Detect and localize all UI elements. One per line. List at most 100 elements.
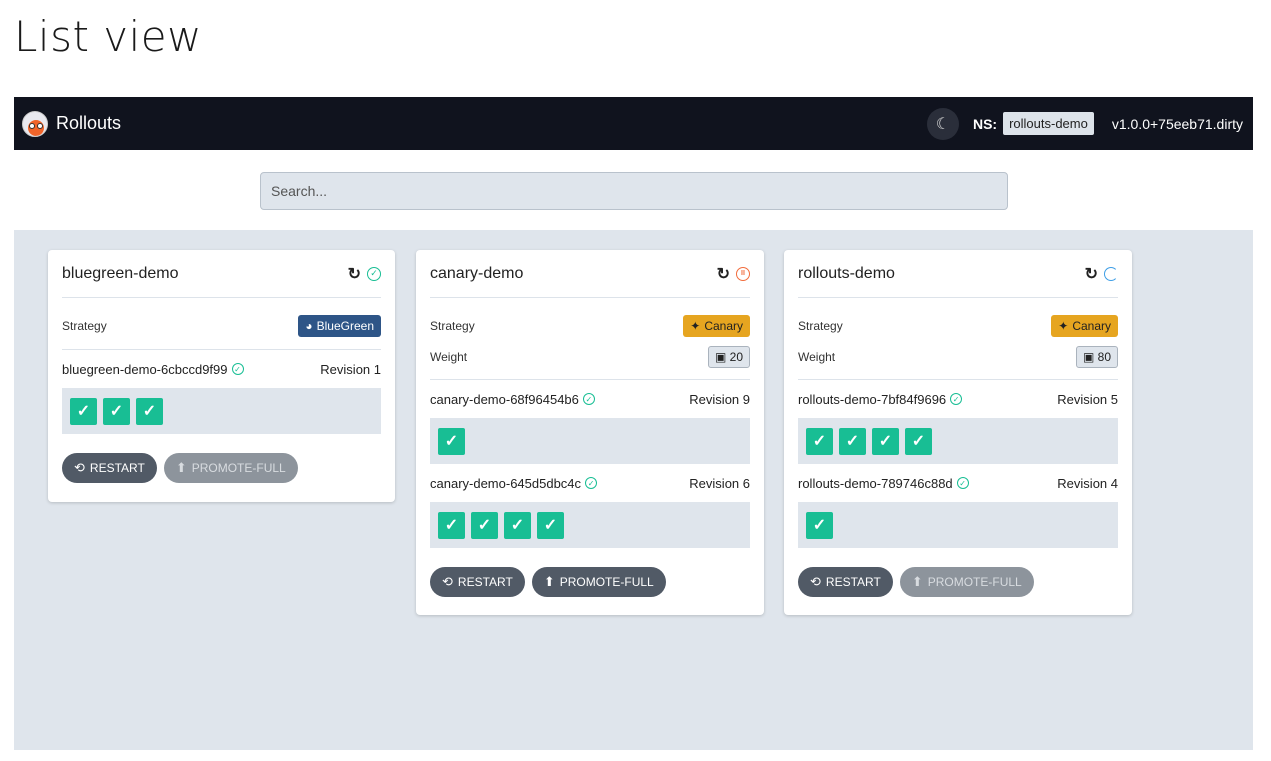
- refresh-icon[interactable]: ↻: [1085, 264, 1098, 284]
- app-name: Rollouts: [56, 113, 122, 133]
- healthy-status-icon: ✓: [585, 477, 598, 489]
- theme-toggle-button[interactable]: ☾: [926, 107, 959, 140]
- pod-healthy-icon[interactable]: ✓: [103, 397, 130, 425]
- strategy-badge: ✦ Canary: [1051, 314, 1118, 337]
- healthy-status-icon: ✓: [231, 363, 244, 375]
- replicaset-row: canary-demo-68f96454b6 ✓ Revision 9: [430, 380, 750, 418]
- navbar: Rollouts ☾ NS: rollouts-demo v1.0.0+75ee…: [14, 97, 1253, 150]
- replicaset-name: bluegreen-demo-6cbccd9f99: [62, 361, 228, 377]
- card-header: bluegreen-demo ↻ ✓: [62, 250, 381, 298]
- restart-label: RESTART: [825, 575, 881, 589]
- revision-label: Revision 1: [320, 361, 381, 377]
- rollout-name: rollouts-demo: [798, 264, 895, 282]
- strategy-label: Strategy: [798, 318, 843, 333]
- promote-label: PROMOTE-FULL: [559, 575, 654, 589]
- promote-label: PROMOTE-FULL: [927, 575, 1022, 589]
- revision-label: Revision 6: [689, 475, 750, 491]
- strategy-value: Canary: [704, 318, 743, 333]
- replicaset-row: bluegreen-demo-6cbccd9f99 ✓ Revision 1: [62, 350, 381, 388]
- card-header: canary-demo ↻ II: [430, 250, 750, 298]
- weight-icon: ▣: [714, 349, 727, 364]
- revision-label: Revision 5: [1057, 391, 1118, 407]
- pod-healthy-icon[interactable]: ✓: [872, 427, 899, 455]
- weight-badge: ▣ 20: [707, 345, 750, 368]
- refresh-icon[interactable]: ↻: [717, 264, 730, 284]
- pods-list: ✓: [798, 502, 1118, 548]
- pod-healthy-icon[interactable]: ✓: [806, 511, 833, 539]
- pod-healthy-icon[interactable]: ✓: [136, 397, 163, 425]
- rollout-card-rollouts-demo[interactable]: rollouts-demo ↻ Strategy ✦ Canary Weight…: [784, 250, 1132, 615]
- pod-healthy-icon[interactable]: ✓: [70, 397, 97, 425]
- weight-value: 80: [1097, 349, 1111, 364]
- pod-healthy-icon[interactable]: ✓: [537, 511, 564, 539]
- canary-bird-icon: ✦: [1058, 318, 1069, 333]
- replicaset-name: canary-demo-645d5dbc4c: [430, 475, 582, 491]
- healthy-status-icon: ✓: [956, 477, 969, 489]
- pod-healthy-icon[interactable]: ✓: [438, 427, 465, 455]
- argo-logo-icon: [22, 110, 48, 137]
- strategy-badge: ◕ BlueGreen: [298, 315, 381, 337]
- strategy-value: BlueGreen: [316, 319, 374, 333]
- strategy-badge: ✦ Canary: [683, 314, 750, 337]
- version-label: v1.0.0+75eeb71.dirty: [1111, 115, 1243, 132]
- restart-label: RESTART: [89, 461, 145, 475]
- pod-healthy-icon[interactable]: ✓: [806, 427, 833, 455]
- replicaset-name: canary-demo-68f96454b6: [430, 391, 579, 407]
- pod-healthy-icon[interactable]: ✓: [839, 427, 866, 455]
- sync-icon: ⟲: [442, 574, 453, 589]
- restart-button[interactable]: ⟲ RESTART: [430, 567, 525, 597]
- rollout-card-bluegreen-demo[interactable]: bluegreen-demo ↻ ✓ Strategy ◕ BlueGreen …: [48, 250, 395, 502]
- arrow-up-circle-icon: ⬆: [911, 574, 923, 589]
- strategy-label: Strategy: [430, 318, 475, 333]
- weight-label: Weight: [430, 349, 468, 364]
- rollout-card-canary-demo[interactable]: canary-demo ↻ II Strategy ✦ Canary Weigh…: [416, 250, 764, 615]
- strategy-value: Canary: [1072, 318, 1111, 333]
- namespace-label: NS:: [972, 115, 998, 132]
- sync-icon: ⟲: [810, 574, 821, 589]
- promote-full-button[interactable]: ⬆ PROMOTE-FULL: [531, 567, 666, 597]
- sync-icon: ⟲: [74, 460, 85, 475]
- strategy-row: Strategy ✦ Canary: [798, 310, 1118, 341]
- pod-healthy-icon[interactable]: ✓: [504, 511, 531, 539]
- rollouts-app: Rollouts ☾ NS: rollouts-demo v1.0.0+75ee…: [14, 97, 1253, 750]
- restart-button[interactable]: ⟲ RESTART: [798, 567, 893, 597]
- strategy-row: Strategy ✦ Canary: [430, 310, 750, 341]
- pod-healthy-icon[interactable]: ✓: [471, 511, 498, 539]
- replicaset-name: rollouts-demo-7bf84f9696: [798, 391, 947, 407]
- restart-button[interactable]: ⟲ RESTART: [62, 453, 157, 483]
- namespace-selector[interactable]: rollouts-demo: [1003, 112, 1094, 135]
- search-bar-area: [14, 150, 1253, 230]
- healthy-status-icon: ✓: [582, 393, 595, 405]
- healthy-status-icon: ✓: [950, 393, 963, 405]
- revision-label: Revision 9: [689, 391, 750, 407]
- replicaset-row: canary-demo-645d5dbc4c ✓ Revision 6: [430, 464, 750, 502]
- weight-row: Weight ▣ 80: [798, 341, 1118, 372]
- weight-row: Weight ▣ 20: [430, 341, 750, 372]
- healthy-status-icon: ✓: [367, 266, 381, 281]
- promote-full-button[interactable]: ⬆ PROMOTE-FULL: [899, 567, 1034, 597]
- pods-list: ✓ ✓ ✓ ✓: [798, 418, 1118, 464]
- pod-healthy-icon[interactable]: ✓: [905, 427, 932, 455]
- pods-list: ✓ ✓ ✓: [62, 388, 381, 434]
- pods-list: ✓: [430, 418, 750, 464]
- card-header: rollouts-demo ↻: [798, 250, 1118, 298]
- canary-bird-icon: ✦: [690, 318, 701, 333]
- revision-label: Revision 4: [1057, 475, 1118, 491]
- replicaset-row: rollouts-demo-789746c88d ✓ Revision 4: [798, 464, 1118, 502]
- replicaset-name: rollouts-demo-789746c88d: [798, 475, 953, 491]
- search-input[interactable]: [260, 172, 1008, 210]
- page-title: List view: [14, 12, 202, 61]
- pods-list: ✓ ✓ ✓ ✓: [430, 502, 750, 548]
- replicaset-row: rollouts-demo-7bf84f9696 ✓ Revision 5: [798, 380, 1118, 418]
- strategy-label: Strategy: [62, 319, 107, 333]
- strategy-row: Strategy ◕ BlueGreen: [62, 308, 381, 344]
- weight-label: Weight: [798, 349, 836, 364]
- refresh-icon[interactable]: ↻: [348, 264, 361, 284]
- arrow-up-circle-icon: ⬆: [175, 460, 187, 475]
- promote-full-button[interactable]: ⬆ PROMOTE-FULL: [163, 453, 298, 483]
- pod-healthy-icon[interactable]: ✓: [438, 511, 465, 539]
- weight-value: 20: [729, 349, 743, 364]
- rollout-name: bluegreen-demo: [62, 264, 179, 282]
- moon-icon: ☾: [935, 115, 951, 133]
- weight-icon: ▣: [1082, 349, 1095, 364]
